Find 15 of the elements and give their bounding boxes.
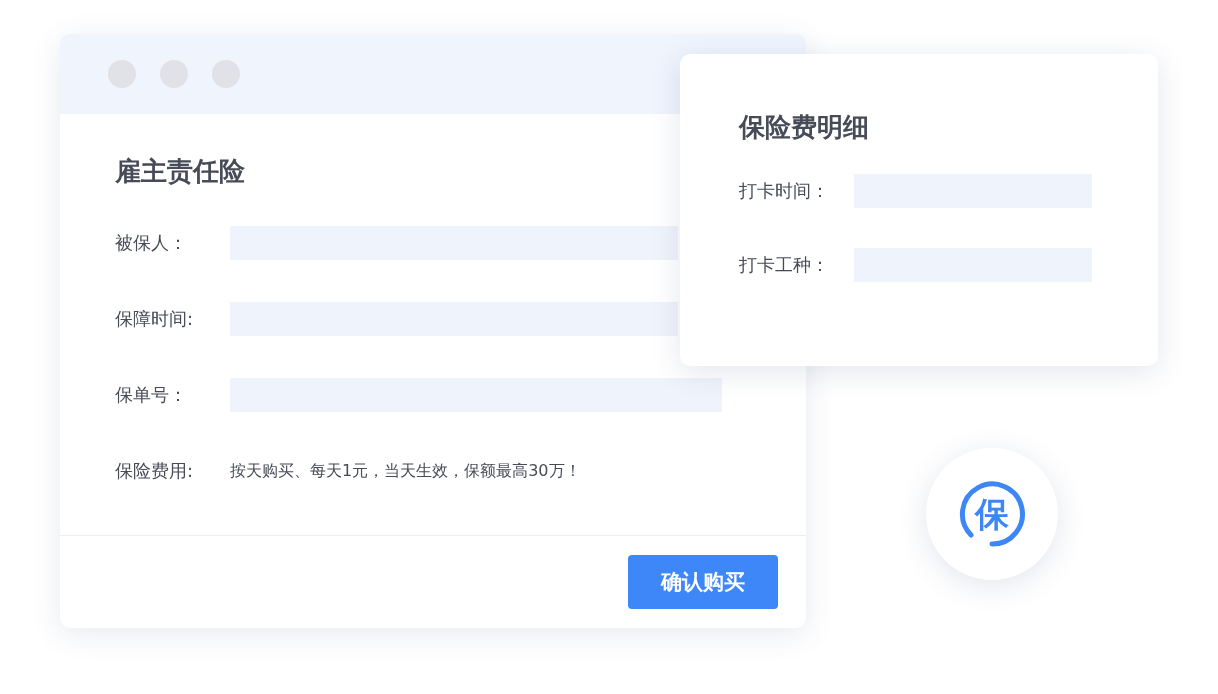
input-field[interactable] (230, 378, 722, 412)
confirm-button[interactable]: 确认购买 (628, 555, 778, 609)
ring-icon (957, 479, 1027, 549)
input-field[interactable] (230, 226, 678, 260)
field-label: 打卡时间： (739, 179, 830, 203)
field-label: 保障时间: (115, 307, 195, 331)
field-label: 被保人： (115, 231, 188, 255)
badge-text: 保 (975, 497, 1009, 531)
field-value: 按天购买、每天1元，当天生效，保额最高30万！ (230, 460, 581, 482)
field-label: 保险费用: (115, 459, 195, 483)
card-title: 保险费明细 (739, 111, 870, 144)
input-field[interactable] (230, 302, 678, 336)
field-label: 打卡工种： (739, 253, 830, 277)
field-label: 保单号： (115, 383, 188, 407)
form-title: 雇主责任险 (115, 155, 246, 188)
